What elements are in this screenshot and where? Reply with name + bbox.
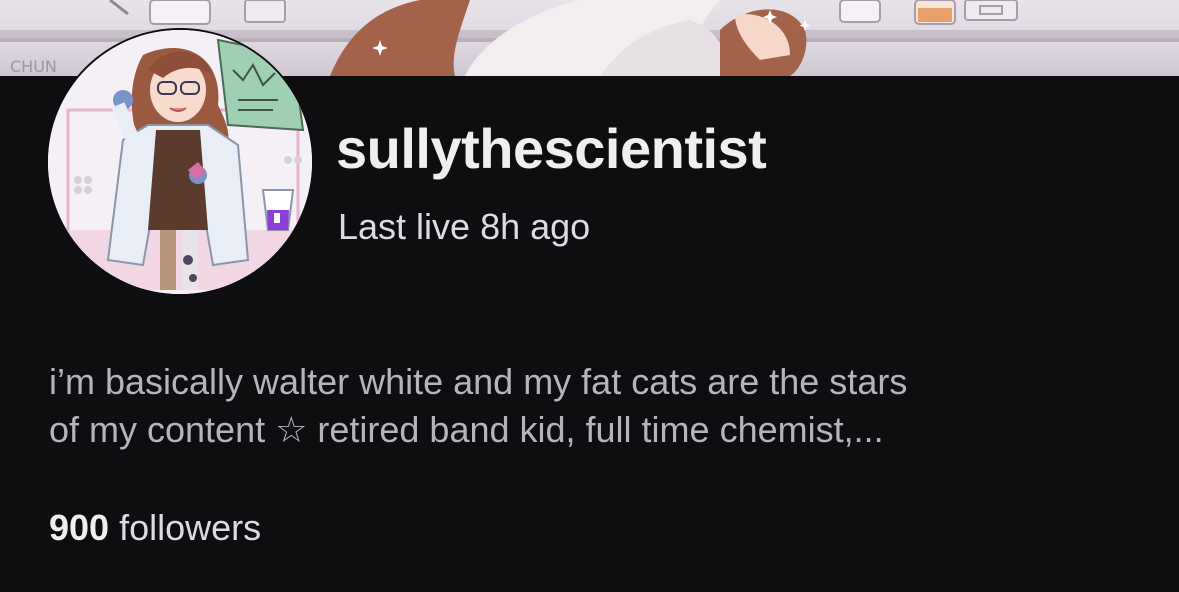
banner-watermark: CHUN [10,57,57,76]
followers-stat: 900 followers [49,505,261,551]
channel-name[interactable]: sullythescientist [336,114,767,184]
followers-label: followers [119,507,262,548]
followers-count: 900 [49,507,110,548]
bio-line: i’m basically walter white and my fat ca… [49,361,908,402]
last-live-status: Last live 8h ago [338,206,591,247]
channel-profile-card: CHUN sullythescientist Last live 8h ago … [0,0,1179,592]
bio-line: of my content ☆ retired band kid, full t… [49,409,884,450]
avatar-illustration [48,30,312,294]
channel-bio[interactable]: i’m basically walter white and my fat ca… [49,358,1159,454]
avatar[interactable] [48,30,312,294]
